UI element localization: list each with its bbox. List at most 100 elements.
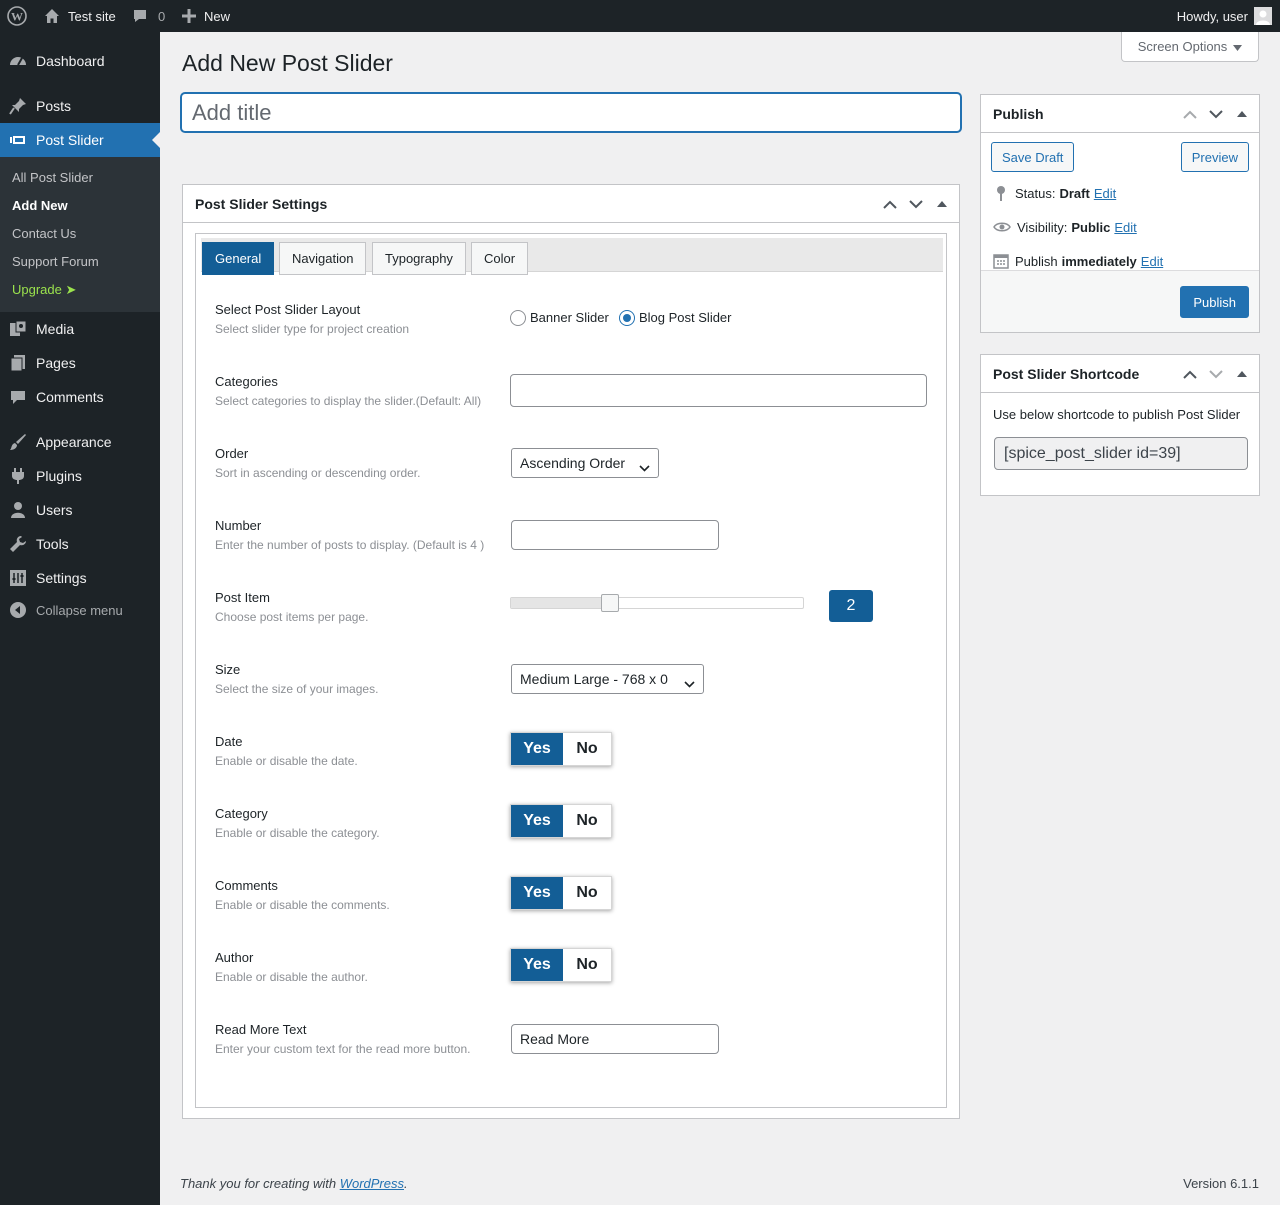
size-select[interactable]: Medium Large - 768 x 0: [511, 664, 704, 694]
author-toggle[interactable]: Yes No: [510, 948, 612, 982]
menu-comments-label: Comments: [36, 389, 104, 405]
status-edit-link[interactable]: Edit: [1094, 186, 1116, 201]
comments-no[interactable]: No: [563, 877, 611, 909]
tab-typography[interactable]: Typography: [372, 242, 466, 275]
comments-toggle[interactable]: Yes No: [510, 876, 612, 910]
save-draft-button[interactable]: Save Draft: [991, 142, 1075, 172]
footer-version: Version 6.1.1: [1183, 1176, 1259, 1191]
comment-bubble-icon: [132, 8, 148, 24]
new-content-link[interactable]: New: [182, 0, 230, 32]
menu-settings-label: Settings: [36, 570, 87, 586]
dashboard-icon: [9, 52, 27, 70]
toggle-panel-button[interactable]: [929, 186, 955, 222]
svg-text:W: W: [11, 10, 23, 24]
move-up-button[interactable]: [1177, 356, 1203, 392]
menu-comments[interactable]: Comments: [0, 380, 160, 414]
preview-button[interactable]: Preview: [1180, 142, 1249, 172]
move-up-button[interactable]: [877, 186, 903, 222]
menu-dashboard[interactable]: Dashboard: [0, 44, 160, 78]
publish-actions: Publish: [981, 270, 1259, 332]
author-no[interactable]: No: [563, 949, 611, 981]
move-up-button[interactable]: [1177, 96, 1203, 132]
number-input[interactable]: [511, 520, 719, 550]
my-account-link[interactable]: Howdy, user: [1177, 0, 1272, 32]
category-no[interactable]: No: [563, 805, 611, 837]
shortcode-field[interactable]: [spice_post_slider id=39]: [994, 437, 1248, 470]
chevron-up-icon: [1183, 370, 1197, 379]
submenu-support-forum[interactable]: Support Forum: [12, 254, 99, 269]
categories-desc: Select categories to display the slider.…: [215, 394, 482, 408]
move-down-button[interactable]: [1203, 96, 1229, 132]
post-item-slider-track[interactable]: [510, 597, 804, 609]
menu-plugins[interactable]: Plugins: [0, 459, 160, 493]
collapse-menu-button[interactable]: Collapse menu: [0, 593, 160, 627]
author-yes[interactable]: Yes: [511, 949, 563, 981]
comments-desc: Enable or disable the comments.: [215, 898, 390, 912]
visibility-edit-link[interactable]: Edit: [1114, 220, 1136, 235]
date-no[interactable]: No: [563, 733, 611, 765]
menu-post-slider[interactable]: Post Slider: [0, 123, 160, 157]
categories-input[interactable]: [510, 374, 927, 407]
plugin-icon: [9, 467, 27, 485]
menu-media[interactable]: Media: [0, 312, 160, 346]
number-label: Number: [215, 518, 262, 533]
settings-icon: [9, 569, 27, 587]
site-name-link[interactable]: Test site: [44, 0, 116, 32]
post-item-slider-handle[interactable]: [600, 594, 619, 612]
order-select[interactable]: Ascending Order: [511, 448, 659, 478]
slider-icon: [9, 131, 27, 149]
menu-posts[interactable]: Posts: [0, 89, 160, 123]
submenu-contact-us[interactable]: Contact Us: [12, 226, 76, 241]
tab-navigation[interactable]: Navigation: [279, 242, 367, 275]
menu-users[interactable]: Users: [0, 493, 160, 527]
submenu-all-post-slider[interactable]: All Post Slider: [12, 170, 93, 185]
author-label: Author: [215, 950, 254, 965]
screen-options-button[interactable]: Screen Options: [1121, 32, 1259, 62]
menu-dashboard-label: Dashboard: [36, 53, 105, 69]
shortcode-description: Use below shortcode to publish Post Slid…: [993, 407, 1241, 422]
menu-settings[interactable]: Settings: [0, 561, 160, 595]
footer-wordpress-link[interactable]: WordPress: [340, 1176, 404, 1191]
comments-link[interactable]: 0: [132, 0, 165, 32]
toggle-panel-button[interactable]: [1229, 96, 1255, 132]
tab-general[interactable]: General: [202, 242, 275, 275]
date-toggle[interactable]: Yes No: [510, 732, 612, 766]
eye-icon: [993, 222, 1011, 232]
move-down-button[interactable]: [903, 186, 929, 222]
date-yes[interactable]: Yes: [511, 733, 563, 765]
publish-date-row: Publish immediately Edit: [993, 253, 1163, 269]
submenu-upgrade[interactable]: Upgrade ➤: [12, 282, 76, 298]
media-icon: [9, 320, 27, 338]
category-toggle[interactable]: Yes No: [510, 804, 612, 838]
comments-yes[interactable]: Yes: [511, 877, 563, 909]
wordpress-logo-icon[interactable]: W: [7, 0, 27, 32]
category-yes[interactable]: Yes: [511, 805, 563, 837]
post-title-input[interactable]: [181, 93, 961, 132]
banner-slider-radio[interactable]: [510, 310, 526, 326]
size-select-value: Medium Large - 768 x 0: [520, 671, 668, 687]
publish-date-edit-link[interactable]: Edit: [1141, 254, 1163, 269]
comments-label: Comments: [215, 878, 278, 893]
menu-post-slider-label: Post Slider: [36, 132, 104, 148]
chevron-down-icon: [1209, 369, 1223, 378]
blog-post-slider-radio[interactable]: [619, 310, 635, 326]
order-select-value: Ascending Order: [520, 455, 626, 471]
size-desc: Select the size of your images.: [215, 682, 379, 696]
menu-pages-label: Pages: [36, 355, 76, 371]
move-down-button[interactable]: [1203, 356, 1229, 392]
submenu-add-new[interactable]: Add New: [12, 198, 68, 213]
publish-button[interactable]: Publish: [1180, 286, 1249, 318]
settings-panel: General Navigation Typography Color Sele…: [195, 233, 947, 1108]
tab-color[interactable]: Color: [471, 242, 529, 275]
toggle-panel-button[interactable]: [1229, 356, 1255, 392]
settings-tabs: General Navigation Typography Color: [201, 238, 943, 275]
menu-tools[interactable]: Tools: [0, 527, 160, 561]
read-more-input[interactable]: [511, 1024, 719, 1054]
publish-date-value: immediately: [1061, 253, 1137, 269]
howdy-text: Howdy, user: [1176, 8, 1248, 24]
collapse-menu-label: Collapse menu: [36, 602, 123, 618]
menu-pages[interactable]: Pages: [0, 346, 160, 380]
layout-label: Select Post Slider Layout: [215, 302, 361, 317]
menu-appearance[interactable]: Appearance: [0, 425, 160, 459]
chevron-down-icon: [639, 459, 650, 475]
